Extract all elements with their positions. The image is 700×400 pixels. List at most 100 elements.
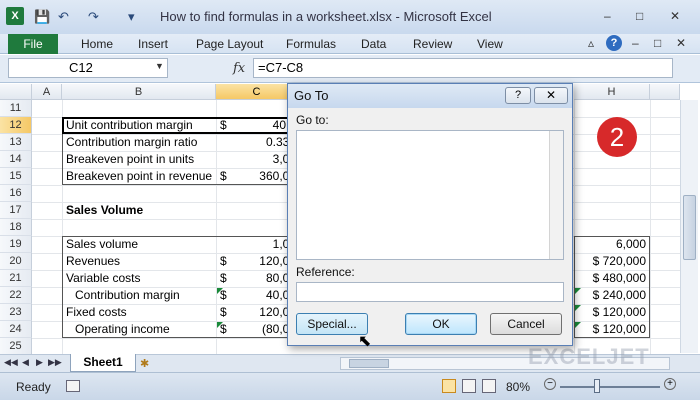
zoom-slider[interactable]	[560, 386, 660, 388]
row-header[interactable]: 19	[0, 236, 32, 253]
undo-icon[interactable]: ↶	[58, 9, 69, 25]
column-header-h[interactable]: H	[574, 84, 650, 100]
row-header[interactable]: 25	[0, 338, 32, 355]
zoom-slider-thumb[interactable]	[594, 379, 600, 393]
chevron-down-icon[interactable]: ▼	[155, 61, 164, 71]
horizontal-scrollbar-thumb[interactable]	[349, 359, 389, 368]
row-header[interactable]: 22	[0, 287, 32, 304]
tab-formulas[interactable]: Formulas	[286, 37, 336, 51]
first-sheet-icon[interactable]: ◀◀	[4, 357, 18, 368]
status-ready: Ready	[16, 380, 51, 394]
column-header-a[interactable]: A	[32, 84, 62, 100]
redo-icon[interactable]: ↷	[88, 9, 99, 25]
row-header[interactable]: 14	[0, 151, 32, 168]
workbook-minimize-icon[interactable]: –	[632, 36, 639, 50]
column-header-b[interactable]: B	[62, 84, 216, 100]
prev-sheet-icon[interactable]: ◀	[22, 357, 29, 368]
dialog-title-bar[interactable]: Go To ? ✕	[288, 84, 572, 108]
zoom-level[interactable]: 80%	[506, 380, 530, 394]
ribbon-minimize-icon[interactable]: ▵	[588, 36, 594, 50]
tab-data[interactable]: Data	[361, 37, 386, 51]
row-header[interactable]: 15	[0, 168, 32, 185]
close-window-icon[interactable]: ✕	[670, 9, 680, 23]
macro-record-icon[interactable]	[66, 380, 80, 392]
error-indicator-icon	[575, 288, 581, 294]
next-sheet-icon[interactable]: ▶	[36, 357, 43, 368]
row-header[interactable]: 17	[0, 202, 32, 219]
page-break-view-icon[interactable]	[482, 379, 496, 393]
dialog-help-icon[interactable]: ?	[505, 87, 531, 104]
cell-b21[interactable]: Variable costs	[66, 270, 214, 287]
minimize-icon[interactable]: –	[604, 9, 611, 23]
row-header[interactable]: 24	[0, 321, 32, 338]
formula-input[interactable]: =C7-C8	[253, 58, 673, 78]
cell-h22[interactable]: $ 240,000	[576, 287, 646, 304]
row-header[interactable]: 12	[0, 117, 32, 134]
cancel-button[interactable]: Cancel	[490, 313, 562, 335]
cell-b13[interactable]: Contribution margin ratio	[66, 134, 214, 151]
cell-c24-currency: $	[220, 322, 227, 336]
error-indicator-icon	[575, 322, 581, 328]
tab-review[interactable]: Review	[413, 37, 452, 51]
row-header[interactable]: 13	[0, 134, 32, 151]
normal-view-icon[interactable]	[442, 379, 456, 393]
insert-function-icon[interactable]: fx	[233, 61, 245, 76]
cell-b23[interactable]: Fixed costs	[66, 304, 214, 321]
zoom-out-icon[interactable]: −	[544, 378, 556, 390]
cell-b20[interactable]: Revenues	[66, 253, 214, 270]
cell-b17[interactable]: Sales Volume	[66, 202, 214, 219]
row-header[interactable]: 21	[0, 270, 32, 287]
insert-sheet-icon[interactable]: ✱	[140, 357, 149, 370]
cell-b15[interactable]: Breakeven point in revenue	[66, 168, 216, 185]
row-header[interactable]: 16	[0, 185, 32, 202]
help-icon[interactable]: ?	[606, 35, 622, 51]
mouse-cursor-icon: ⬉	[358, 333, 372, 350]
tab-insert[interactable]: Insert	[138, 37, 168, 51]
cell-c23-currency: $	[220, 305, 227, 319]
cell-b12[interactable]: Unit contribution margin	[66, 117, 214, 134]
workbook-close-icon[interactable]: ✕	[676, 36, 686, 50]
cell-h24[interactable]: $ 120,000	[576, 321, 646, 338]
scrollbar-thumb[interactable]	[683, 195, 696, 260]
error-indicator-icon	[217, 322, 223, 328]
select-all-corner[interactable]	[0, 84, 32, 100]
reference-label: Reference:	[296, 265, 355, 279]
row-header[interactable]: 18	[0, 219, 32, 236]
cell-c22-currency: $	[220, 288, 227, 302]
zoom-in-icon[interactable]: +	[664, 378, 676, 390]
customize-toolbar-icon[interactable]: ▾	[128, 9, 135, 25]
name-box[interactable]: C12	[8, 58, 168, 78]
workbook-restore-icon[interactable]: □	[654, 36, 661, 50]
cell-h21[interactable]: $ 480,000	[576, 270, 646, 287]
tab-view[interactable]: View	[477, 37, 503, 51]
column-header-c[interactable]: C	[216, 84, 298, 100]
cell-b14[interactable]: Breakeven point in units	[66, 151, 214, 168]
column-header-i[interactable]	[650, 84, 680, 100]
excel-app-icon[interactable]: X	[6, 7, 24, 25]
cell-h19[interactable]: 6,000	[576, 236, 646, 253]
dialog-close-icon[interactable]: ✕	[534, 87, 568, 104]
formula-bar: C12 ▼ fx =C7-C8	[0, 55, 700, 83]
row-header[interactable]: 23	[0, 304, 32, 321]
last-sheet-icon[interactable]: ▶▶	[48, 357, 62, 368]
goto-list[interactable]	[296, 130, 564, 260]
vertical-scrollbar[interactable]	[680, 100, 698, 353]
page-layout-view-icon[interactable]	[462, 379, 476, 393]
cell-b19[interactable]: Sales volume	[66, 236, 214, 253]
goto-list-scrollbar[interactable]	[549, 131, 563, 259]
row-header[interactable]: 20	[0, 253, 32, 270]
tab-file[interactable]: File	[8, 34, 58, 54]
maximize-icon[interactable]: □	[636, 9, 643, 23]
save-icon[interactable]: 💾	[34, 9, 50, 25]
row-header[interactable]: 11	[0, 100, 32, 117]
reference-input[interactable]	[296, 282, 564, 302]
error-indicator-icon	[217, 288, 223, 294]
tab-home[interactable]: Home	[81, 37, 113, 51]
tab-page-layout[interactable]: Page Layout	[196, 37, 263, 51]
cell-b24[interactable]: Operating income	[75, 321, 215, 338]
cell-h20[interactable]: $ 720,000	[576, 253, 646, 270]
cell-b22[interactable]: Contribution margin	[75, 287, 215, 304]
ok-button[interactable]: OK	[405, 313, 477, 335]
cell-h23[interactable]: $ 120,000	[576, 304, 646, 321]
sheet-tab-sheet1[interactable]: Sheet1	[70, 354, 136, 372]
